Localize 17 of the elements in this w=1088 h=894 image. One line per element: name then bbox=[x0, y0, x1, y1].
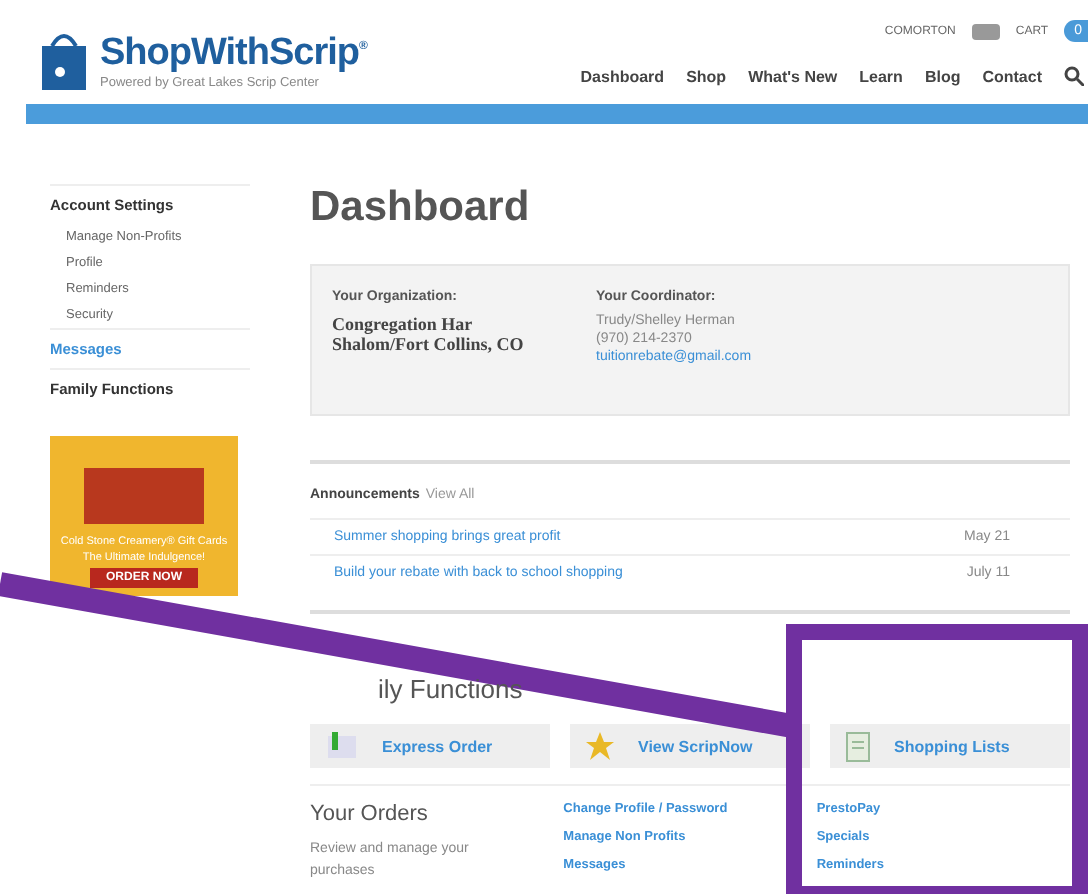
gift-card-image bbox=[84, 468, 204, 524]
nav-link[interactable]: What's New bbox=[748, 67, 838, 85]
star-icon bbox=[586, 732, 614, 760]
orders-heading: Your Orders bbox=[310, 802, 430, 826]
order-form-icon bbox=[326, 732, 358, 760]
nav-link[interactable]: Contact bbox=[982, 67, 1042, 85]
shopping-bag-logo-icon bbox=[40, 30, 88, 90]
brand-name: ShopWithScrip$^{®}$ bbox=[100, 31, 367, 75]
nav-link[interactable]: Blog bbox=[924, 67, 961, 85]
section-heading: ily Functions bbox=[378, 674, 525, 704]
nav-link[interactable]: Learn bbox=[859, 67, 903, 85]
organization-name: Congregation Har Shalom/Fort Collins, CO bbox=[332, 314, 526, 354]
search-icon[interactable] bbox=[1064, 66, 1084, 86]
list-icon bbox=[846, 731, 870, 761]
nav-link[interactable]: Shop bbox=[686, 67, 727, 85]
nav-link[interactable]: Dashboard bbox=[580, 67, 665, 85]
page-title: Dashboard bbox=[310, 184, 532, 232]
